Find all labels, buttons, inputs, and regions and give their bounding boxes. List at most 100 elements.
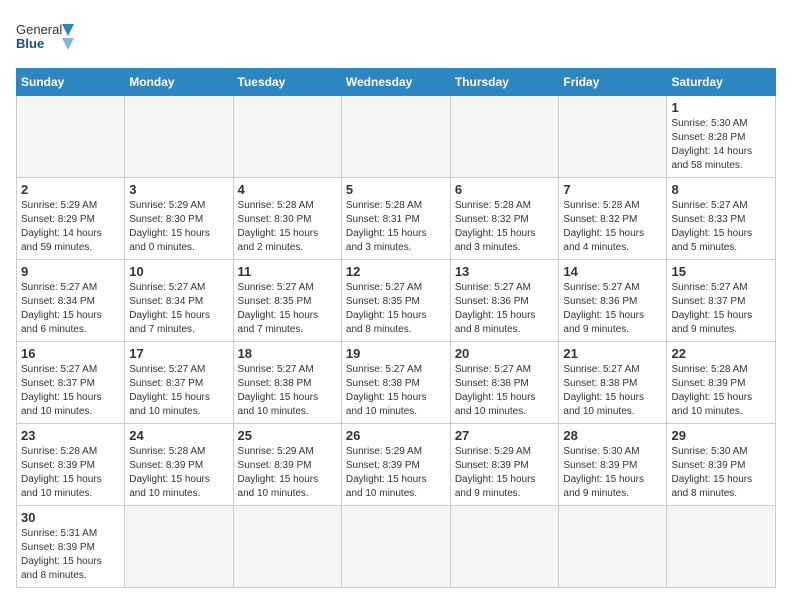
day-info: Sunrise: 5:28 AM Sunset: 8:39 PM Dayligh… [21,445,120,501]
day-number: 30 [21,510,120,525]
day-info: Sunrise: 5:27 AM Sunset: 8:34 PM Dayligh… [21,281,120,337]
calendar-cell: 4Sunrise: 5:28 AM Sunset: 8:30 PM Daylig… [233,178,341,260]
svg-text:Blue: Blue [16,36,44,51]
day-number: 27 [455,428,555,443]
calendar-cell: 8 Sunrise: 5:27 AM Sunset: 8:33 PM Daylig… [667,178,776,260]
calendar-cell: 25 Sunrise: 5:29 AM Sunset: 8:39 PM Dayli… [233,424,341,506]
calendar-cell: 27 Sunrise: 5:29 AM Sunset: 8:39 PM Dayli… [450,424,559,506]
calendar-cell: 7 Sunrise: 5:28 AM Sunset: 8:32 PM Daylig… [559,178,667,260]
weekday-header-sunday: Sunday [17,69,125,96]
calendar-cell: 3Sunrise: 5:29 AM Sunset: 8:30 PM Daylig… [125,178,233,260]
calendar-cell: 22Sunrise: 5:28 AM Sunset: 8:39 PM Dayli… [667,342,776,424]
weekday-header-wednesday: Wednesday [341,69,450,96]
day-info: Sunrise: 5:27 AM Sunset: 8:38 PM Dayligh… [455,363,555,419]
day-info: Sunrise: 5:28 AM Sunset: 8:30 PM Dayligh… [238,199,337,255]
calendar-cell: 23 Sunrise: 5:28 AM Sunset: 8:39 PM Dayli… [17,424,125,506]
day-info: Sunrise: 5:27 AM Sunset: 8:37 PM Dayligh… [671,281,771,337]
day-info: Sunrise: 5:29 AM Sunset: 8:39 PM Dayligh… [346,445,446,501]
calendar-cell [667,506,776,588]
day-info: Sunrise: 5:30 AM Sunset: 8:39 PM Dayligh… [671,445,771,501]
weekday-header-row: SundayMondayTuesdayWednesdayThursdayFrid… [17,69,776,96]
calendar-cell [233,506,341,588]
day-info: Sunrise: 5:29 AM Sunset: 8:39 PM Dayligh… [238,445,337,501]
day-info: Sunrise: 5:27 AM Sunset: 8:38 PM Dayligh… [563,363,662,419]
day-info: Sunrise: 5:27 AM Sunset: 8:38 PM Dayligh… [346,363,446,419]
calendar-cell [341,96,450,178]
day-number: 17 [129,346,228,361]
day-info: Sunrise: 5:27 AM Sunset: 8:35 PM Dayligh… [238,281,337,337]
day-number: 21 [563,346,662,361]
calendar-cell: 12 Sunrise: 5:27 AM Sunset: 8:35 PM Dayli… [341,260,450,342]
day-number: 13 [455,264,555,279]
day-info: Sunrise: 5:27 AM Sunset: 8:35 PM Dayligh… [346,281,446,337]
calendar-cell: 30 Sunrise: 5:31 AM Sunset: 8:39 PM Dayli… [17,506,125,588]
day-info: Sunrise: 5:27 AM Sunset: 8:37 PM Dayligh… [129,363,228,419]
day-number: 9 [21,264,120,279]
day-number: 25 [238,428,337,443]
day-info: Sunrise: 5:27 AM Sunset: 8:37 PM Dayligh… [21,363,120,419]
calendar-cell: 14 Sunrise: 5:27 AM Sunset: 8:36 PM Dayli… [559,260,667,342]
calendar-cell: 24 Sunrise: 5:28 AM Sunset: 8:39 PM Dayli… [125,424,233,506]
day-number: 24 [129,428,228,443]
day-number: 11 [238,264,337,279]
day-number: 19 [346,346,446,361]
day-number: 18 [238,346,337,361]
calendar-cell: 10Sunrise: 5:27 AM Sunset: 8:34 PM Dayli… [125,260,233,342]
day-info: Sunrise: 5:29 AM Sunset: 8:39 PM Dayligh… [455,445,555,501]
calendar-cell: 15 Sunrise: 5:27 AM Sunset: 8:37 PM Dayli… [667,260,776,342]
day-info: Sunrise: 5:28 AM Sunset: 8:39 PM Dayligh… [129,445,228,501]
day-info: Sunrise: 5:28 AM Sunset: 8:32 PM Dayligh… [455,199,555,255]
calendar-cell: 21 Sunrise: 5:27 AM Sunset: 8:38 PM Dayli… [559,342,667,424]
calendar-week-3: 9 Sunrise: 5:27 AM Sunset: 8:34 PM Daylig… [17,260,776,342]
day-number: 23 [21,428,120,443]
calendar-cell [559,96,667,178]
day-info: Sunrise: 5:30 AM Sunset: 8:28 PM Dayligh… [671,117,771,173]
calendar-cell: 19 Sunrise: 5:27 AM Sunset: 8:38 PM Dayli… [341,342,450,424]
calendar-week-5: 23 Sunrise: 5:28 AM Sunset: 8:39 PM Dayli… [17,424,776,506]
weekday-header-saturday: Saturday [667,69,776,96]
day-info: Sunrise: 5:27 AM Sunset: 8:38 PM Dayligh… [238,363,337,419]
calendar-cell: 5Sunrise: 5:28 AM Sunset: 8:31 PM Daylig… [341,178,450,260]
day-info: Sunrise: 5:29 AM Sunset: 8:29 PM Dayligh… [21,199,120,255]
calendar-cell [125,96,233,178]
day-info: Sunrise: 5:28 AM Sunset: 8:32 PM Dayligh… [563,199,662,255]
day-info: Sunrise: 5:31 AM Sunset: 8:39 PM Dayligh… [21,527,120,583]
calendar-week-6: 30 Sunrise: 5:31 AM Sunset: 8:39 PM Dayli… [17,506,776,588]
day-info: Sunrise: 5:27 AM Sunset: 8:36 PM Dayligh… [563,281,662,337]
day-number: 26 [346,428,446,443]
weekday-header-tuesday: Tuesday [233,69,341,96]
day-number: 14 [563,264,662,279]
day-info: Sunrise: 5:30 AM Sunset: 8:39 PM Dayligh… [563,445,662,501]
weekday-header-friday: Friday [559,69,667,96]
calendar-week-2: 2Sunrise: 5:29 AM Sunset: 8:29 PM Daylig… [17,178,776,260]
day-info: Sunrise: 5:27 AM Sunset: 8:33 PM Dayligh… [671,199,771,255]
day-number: 8 [671,182,771,197]
day-number: 28 [563,428,662,443]
calendar-week-4: 16Sunrise: 5:27 AM Sunset: 8:37 PM Dayli… [17,342,776,424]
logo-svg: General Blue [16,16,76,60]
day-number: 22 [671,346,771,361]
day-number: 10 [129,264,228,279]
day-number: 3 [129,182,228,197]
calendar-cell: 9 Sunrise: 5:27 AM Sunset: 8:34 PM Daylig… [17,260,125,342]
header: General Blue [16,16,776,60]
calendar-cell [125,506,233,588]
calendar-cell: 20 Sunrise: 5:27 AM Sunset: 8:38 PM Dayli… [450,342,559,424]
calendar-cell: 29 Sunrise: 5:30 AM Sunset: 8:39 PM Dayli… [667,424,776,506]
day-number: 29 [671,428,771,443]
day-number: 15 [671,264,771,279]
weekday-header-thursday: Thursday [450,69,559,96]
day-number: 7 [563,182,662,197]
weekday-header-monday: Monday [125,69,233,96]
day-number: 12 [346,264,446,279]
calendar-cell: 26 Sunrise: 5:29 AM Sunset: 8:39 PM Dayli… [341,424,450,506]
calendar-cell: 6Sunrise: 5:28 AM Sunset: 8:32 PM Daylig… [450,178,559,260]
calendar-cell [450,96,559,178]
day-number: 20 [455,346,555,361]
calendar-cell: 16Sunrise: 5:27 AM Sunset: 8:37 PM Dayli… [17,342,125,424]
calendar-cell: 17 Sunrise: 5:27 AM Sunset: 8:37 PM Dayli… [125,342,233,424]
calendar-cell [559,506,667,588]
day-number: 5 [346,182,446,197]
calendar-cell: 2Sunrise: 5:29 AM Sunset: 8:29 PM Daylig… [17,178,125,260]
calendar-cell [17,96,125,178]
